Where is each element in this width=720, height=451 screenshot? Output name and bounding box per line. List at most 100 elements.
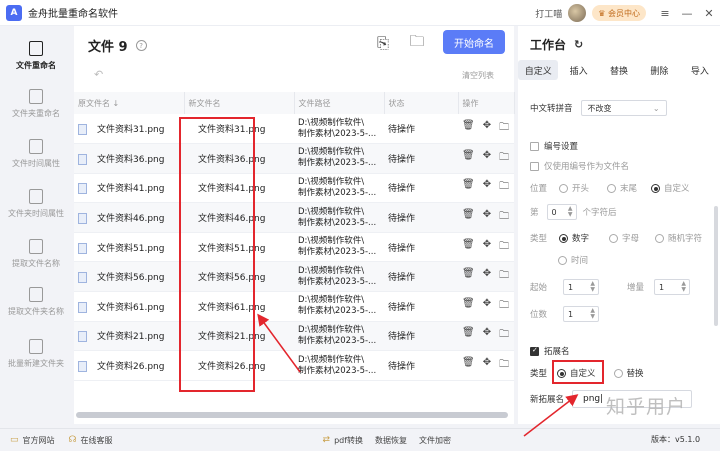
move-icon[interactable]: ✥: [483, 239, 491, 256]
table-row[interactable]: 文件资料21.png 文件资料21.png D:\视频制作软件\ 制作素材\2023-…: [74, 321, 514, 352]
delete-icon[interactable]: 🗑: [462, 268, 475, 285]
open-folder-icon[interactable]: 🗀: [499, 357, 509, 374]
table-row[interactable]: 文件资料46.png 文件资料46.png D:\视频制作软件\ 制作素材\2023-…: [74, 202, 514, 233]
move-icon[interactable]: ✥: [483, 120, 491, 137]
pdf-convert-link[interactable]: ⇄ pdf转换: [323, 435, 364, 446]
sidebar-item-label: 提取文件名称: [12, 259, 60, 268]
path-line: 制作素材\2023-5-...: [298, 247, 377, 258]
extension-replace-radio[interactable]: [613, 368, 623, 378]
open-folder-icon[interactable]: 🗀: [499, 179, 509, 196]
original-name-cell: 文件资料26.png: [74, 350, 184, 381]
table-row[interactable]: 文件资料31.png 文件资料31.png D:\视频制作软件\ 制作素材\2023-…: [74, 114, 514, 145]
delete-icon[interactable]: 🗑: [462, 150, 475, 167]
horizontal-scrollbar[interactable]: [76, 412, 508, 418]
sidebar-item-label: 文件重命名: [16, 61, 56, 70]
footer-label: pdf转换: [334, 435, 364, 445]
move-icon[interactable]: ✥: [483, 179, 491, 196]
path-cell: D:\视频制作软件\ 制作素材\2023-5-...: [294, 143, 384, 174]
move-icon[interactable]: ✥: [483, 268, 491, 285]
sidebar-item-folder-rename[interactable]: 文件夹重命名: [0, 82, 72, 126]
position-custom-radio[interactable]: [651, 183, 661, 193]
tab-delete[interactable]: 删除: [639, 60, 679, 80]
add-folder-icon[interactable]: 🗀: [408, 32, 426, 52]
path-line: D:\视频制作软件\: [298, 324, 365, 335]
move-icon[interactable]: ✥: [483, 298, 491, 315]
tab-replace[interactable]: 替换: [599, 60, 639, 80]
pinyin-select[interactable]: 不改变 ⌄: [580, 100, 667, 116]
delete-icon[interactable]: 🗑: [462, 357, 475, 374]
move-icon[interactable]: ✥: [483, 357, 491, 374]
menu-icon[interactable]: ≡: [654, 0, 676, 26]
table-row[interactable]: 文件资料36.png 文件资料36.png D:\视频制作软件\ 制作素材\2023-…: [74, 143, 514, 174]
clear-list-button[interactable]: 清空列表: [462, 70, 494, 81]
extension-type-row: 类型 自定义 替换: [530, 367, 644, 379]
delete-icon[interactable]: 🗑: [462, 239, 475, 256]
sidebar-item-file-rename[interactable]: 文件重命名: [0, 34, 72, 78]
position-start-radio[interactable]: [559, 183, 569, 193]
type-time-radio[interactable]: [558, 255, 567, 265]
start-input[interactable]: 1 ▲ ▼: [563, 279, 600, 295]
start-rename-button[interactable]: 开始命名: [443, 30, 505, 54]
digits-input[interactable]: 1 ▲ ▼: [563, 306, 600, 322]
support-link[interactable]: 打工喵: [535, 7, 562, 20]
position-index-row: 第 0 ▲ ▼ 个字符后: [530, 204, 617, 220]
panel-scrollbar[interactable]: [714, 206, 718, 326]
move-icon[interactable]: ✥: [483, 327, 491, 344]
table-row[interactable]: 文件资料41.png 文件资料41.png D:\视频制作软件\ 制作素材\2023-…: [74, 173, 514, 204]
sidebar-item-extract-file-names[interactable]: 提取文件名称: [0, 232, 72, 276]
new-name-cell: 文件资料56.png: [184, 261, 294, 293]
number-only-checkbox[interactable]: [530, 161, 539, 171]
vip-center-button[interactable]: ♛ 会员中心: [592, 5, 646, 21]
open-folder-icon[interactable]: 🗀: [499, 327, 509, 344]
minimize-icon[interactable]: —: [676, 0, 698, 26]
open-folder-icon[interactable]: 🗀: [499, 298, 509, 315]
sidebar-item-folder-time[interactable]: 文件夹时间属性: [0, 182, 72, 226]
open-folder-icon[interactable]: 🗀: [499, 150, 509, 167]
avatar[interactable]: [568, 4, 587, 22]
extension-checkbox[interactable]: [530, 346, 539, 356]
delete-icon[interactable]: 🗑: [462, 209, 475, 226]
open-folder-icon[interactable]: 🗀: [499, 209, 509, 226]
table-row[interactable]: 文件资料56.png 文件资料56.png D:\视频制作软件\ 制作素材\2023-…: [74, 261, 514, 293]
tab-custom[interactable]: 自定义: [518, 60, 559, 80]
sidebar-item-file-time[interactable]: 文件时间属性: [0, 132, 72, 176]
delete-icon[interactable]: 🗑: [462, 179, 475, 196]
position-end-radio[interactable]: [607, 183, 617, 193]
number-only-row: 仅使用编号作为文件名: [530, 160, 629, 172]
table-row[interactable]: 文件资料51.png 文件资料51.png D:\视频制作软件\ 制作素材\2023-…: [74, 232, 514, 263]
original-name: 文件资料61.png: [97, 302, 165, 313]
open-folder-icon[interactable]: 🗀: [499, 268, 509, 285]
type-random-radio[interactable]: [655, 233, 665, 243]
delete-icon[interactable]: 🗑: [462, 327, 475, 344]
delete-icon[interactable]: 🗑: [462, 298, 475, 315]
delete-icon[interactable]: 🗑: [462, 120, 475, 137]
tab-import[interactable]: 导入: [680, 60, 720, 80]
move-icon[interactable]: ✥: [483, 150, 491, 167]
close-icon[interactable]: ✕: [698, 0, 720, 26]
new-extension-label: 新拓展名: [530, 395, 565, 405]
numbering-checkbox[interactable]: [530, 141, 539, 151]
column-header[interactable]: 原文件名 ↓: [74, 92, 185, 114]
table-row[interactable]: 文件资料61.png 文件资料61.png D:\视频制作软件\ 制作素材\2023-…: [74, 291, 514, 322]
step-input[interactable]: 1 ▲ ▼: [654, 279, 691, 295]
table-row[interactable]: 文件资料26.png 文件资料26.png D:\视频制作软件\ 制作素材\2023-…: [74, 350, 514, 381]
type-letter-radio[interactable]: [609, 233, 619, 243]
status-cell: 待操作: [384, 321, 458, 352]
tab-insert[interactable]: 插入: [558, 60, 598, 80]
file-encrypt-link[interactable]: 文件加密: [419, 435, 451, 446]
position-index-input[interactable]: 0 ▲ ▼: [546, 204, 577, 220]
refresh-icon[interactable]: ↻: [574, 38, 583, 51]
official-site-link[interactable]: ▭ 官方网站: [10, 435, 55, 446]
sidebar-item-batch-new-folder[interactable]: 批量新建文件夹: [0, 332, 72, 376]
online-support-link[interactable]: ☊ 在线客服: [69, 435, 113, 446]
type-number-radio[interactable]: [559, 233, 569, 243]
add-file-icon[interactable]: ⎘: [374, 34, 392, 52]
data-recovery-link[interactable]: 数据恢复: [375, 435, 407, 446]
open-folder-icon[interactable]: 🗀: [499, 239, 509, 256]
move-icon[interactable]: ✥: [483, 209, 491, 226]
extension-custom-radio[interactable]: [557, 368, 567, 378]
undo-icon[interactable]: ↶: [94, 68, 103, 81]
open-folder-icon[interactable]: 🗀: [499, 120, 509, 137]
help-icon[interactable]: ?: [135, 40, 147, 51]
sidebar-item-extract-folder-names[interactable]: 提取文件夹名称: [0, 280, 72, 324]
